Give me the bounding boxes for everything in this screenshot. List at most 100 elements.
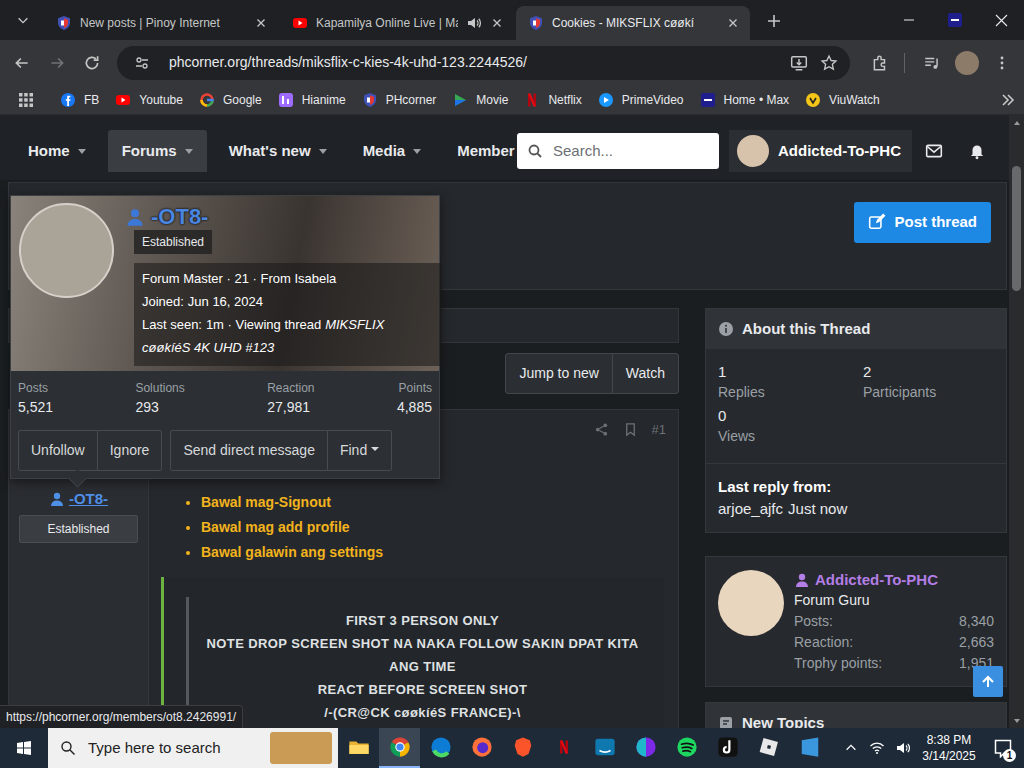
account-button[interactable]: Addicted-To-PHC [729, 130, 912, 172]
taskbar-app[interactable] [420, 728, 461, 768]
member-stat: Reaction:2,663 [794, 632, 994, 653]
post-number[interactable]: #1 [652, 420, 666, 440]
spotify-icon [676, 736, 698, 758]
bookmark[interactable]: Hianime [270, 87, 354, 113]
post-author-link[interactable]: -OT8- [49, 488, 108, 511]
member-tooltip: -OT8-EstablishedForum Master · 21 · From… [10, 195, 440, 479]
taskbar-app[interactable] [748, 728, 789, 768]
taskbar-app[interactable] [625, 728, 666, 768]
volume-button[interactable] [890, 728, 916, 768]
bookmark[interactable]: Youtube [107, 87, 191, 113]
site-header: HomeForumsWhat's newMediaMember Addicted-… [0, 115, 1009, 180]
forward-button[interactable] [41, 47, 73, 79]
alerts-button[interactable] [955, 130, 998, 172]
bookmark[interactable]: PHcorner [354, 87, 445, 113]
profile-action-button[interactable]: Unfollow [18, 430, 98, 471]
reload-button[interactable] [76, 47, 108, 79]
taskbar-search[interactable]: Type here to search [48, 728, 338, 768]
scroll-to-top-button[interactable] [973, 666, 1003, 697]
member-stat-label: Posts: [794, 611, 833, 632]
taskbar-app[interactable] [461, 728, 502, 768]
browser-tab[interactable]: Cookies - MIKSFLIX cøøkíéS 4K [516, 6, 750, 40]
extensions-button[interactable] [864, 47, 896, 79]
account-avatar [737, 135, 769, 167]
member-name-link[interactable]: Addicted-To-PHC [794, 569, 994, 590]
profile-name-link[interactable]: -OT8- [125, 200, 208, 233]
taskbar-app[interactable] [584, 728, 625, 768]
speaker-icon [895, 740, 911, 756]
profile-button[interactable] [951, 47, 983, 79]
restore-button[interactable] [932, 0, 978, 40]
post-thread-button[interactable]: Post thread [854, 202, 991, 243]
install-app-icon[interactable] [784, 48, 814, 78]
media-controls-button[interactable] [916, 47, 948, 79]
close-tab-icon[interactable] [490, 16, 504, 30]
find-menu-button[interactable]: Find [327, 430, 392, 471]
search-input[interactable] [551, 139, 709, 164]
bookmark[interactable]: ViuWatch [797, 87, 888, 113]
search-box[interactable] [517, 133, 719, 169]
scroll-down-arrow[interactable] [1009, 713, 1024, 728]
bookmark[interactable]: Netflix [516, 87, 589, 113]
network-button[interactable] [864, 728, 890, 768]
tab-search-button[interactable] [6, 5, 40, 35]
menu-button[interactable] [986, 47, 1018, 79]
apps-grid-icon[interactable] [14, 88, 38, 112]
button-label: Unfollow [31, 442, 85, 458]
pencil-square-icon [868, 213, 886, 231]
minimize-button[interactable] [886, 0, 932, 40]
profile-info: Forum Master · 21 · From IsabelaJoined:J… [134, 263, 442, 366]
close-tab-icon[interactable] [726, 16, 740, 30]
back-arrow-icon [13, 54, 31, 72]
inbox-button[interactable] [912, 130, 955, 172]
close-tab-icon[interactable] [254, 16, 268, 30]
address-bar[interactable]: phcorner.org/threads/miksflix-c-kies-4k-… [117, 46, 850, 80]
bookmark[interactable]: FB [52, 87, 107, 113]
bookmark[interactable]: PrimeVideo [590, 87, 692, 113]
profile-action-button[interactable]: Ignore [97, 430, 163, 471]
more-bookmarks-icon[interactable] [1000, 92, 1016, 108]
member-stat-label: Reaction: [794, 632, 853, 653]
share-icon[interactable] [594, 422, 609, 437]
browser-tab[interactable]: New posts | Pinoy Internet and [44, 6, 278, 40]
thread-button[interactable]: Jump to new [505, 353, 612, 394]
search-highlight-image [270, 732, 332, 764]
bookmark[interactable]: Home • Max [692, 87, 798, 113]
hidden-icons-button[interactable] [838, 728, 864, 768]
browser-tab[interactable]: Kapamilya Online Live | Mar [280, 6, 514, 40]
scroll-up-arrow[interactable] [1009, 115, 1024, 130]
nav-item[interactable]: Member [443, 130, 517, 172]
bookmark-star-icon[interactable] [814, 48, 844, 78]
scroll-thumb[interactable] [1012, 166, 1021, 291]
rule-item: Bawal mag-Signout [201, 490, 678, 515]
back-button[interactable] [6, 47, 38, 79]
vertical-scrollbar[interactable] [1009, 115, 1024, 728]
site-settings-icon[interactable] [127, 48, 157, 78]
new-tab-button[interactable] [760, 7, 788, 35]
stat-value: 1 [718, 361, 863, 382]
user-icon [125, 207, 145, 227]
taskbar-app[interactable] [707, 728, 748, 768]
taskbar-app[interactable] [543, 728, 584, 768]
taskbar-app[interactable] [379, 728, 420, 768]
last-reply-user[interactable]: arjoe_ajfc [718, 498, 783, 520]
notification-center-button[interactable]: 1 [982, 728, 1024, 768]
taskbar-app[interactable] [338, 728, 379, 768]
nav-item[interactable]: Forums [108, 130, 207, 172]
taskbar-app[interactable] [666, 728, 707, 768]
clock[interactable]: 8:38 PM3/14/2025 [916, 732, 982, 764]
close-window-button[interactable] [978, 0, 1024, 40]
taskbar-app[interactable] [789, 728, 830, 768]
nav-item[interactable]: What's new [215, 130, 341, 172]
netflix-icon [556, 739, 572, 755]
bookmark-icon[interactable] [623, 422, 638, 437]
arrow-up-icon [980, 674, 996, 690]
thread-button[interactable]: Watch [612, 353, 679, 394]
taskbar-app[interactable] [502, 728, 543, 768]
bookmark[interactable]: Google [191, 87, 270, 113]
start-button[interactable] [0, 728, 48, 768]
profile-action-button[interactable]: Send direct message [170, 430, 328, 471]
bookmark[interactable]: Movie [444, 87, 516, 113]
nav-item[interactable]: Media [349, 130, 436, 172]
nav-item[interactable]: Home [14, 130, 100, 172]
